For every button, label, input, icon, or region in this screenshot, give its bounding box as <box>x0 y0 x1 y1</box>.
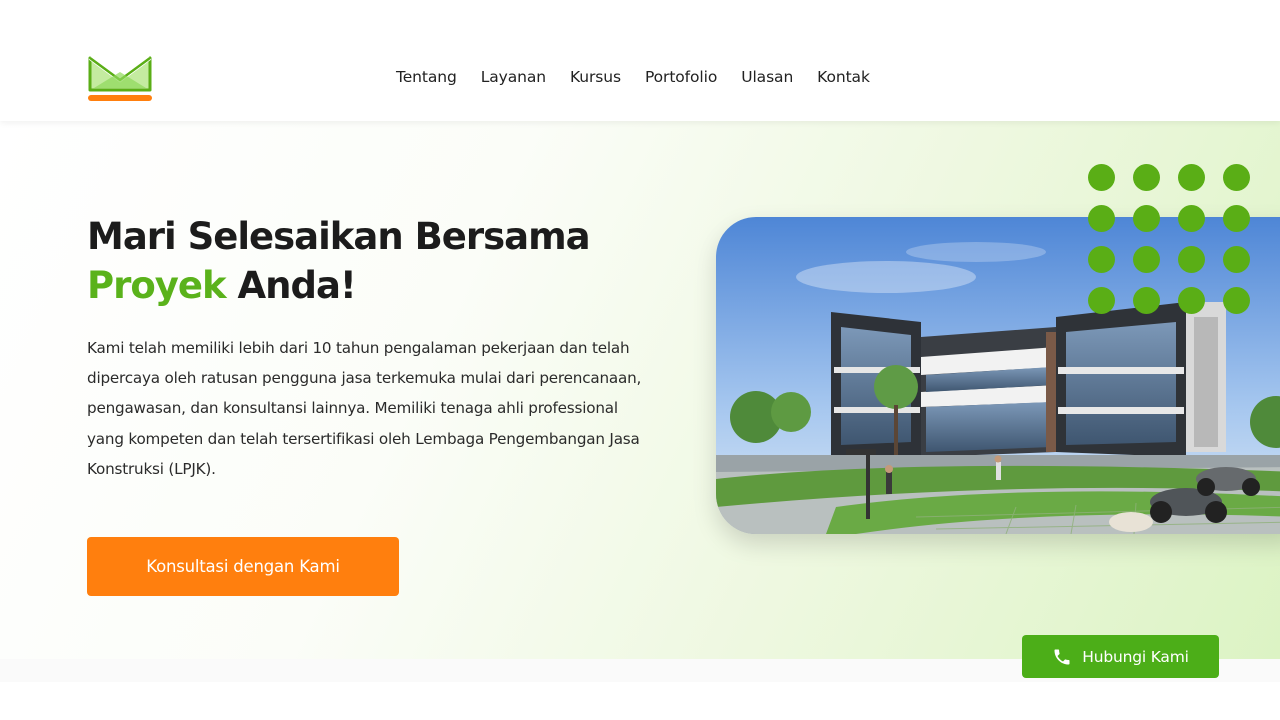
phone-icon <box>1052 647 1072 667</box>
nav-link-tentang[interactable]: Tentang <box>396 68 457 86</box>
main-nav: Tentang Layanan Kursus Portofolio Ulasan… <box>396 68 894 86</box>
decor-dot <box>1088 164 1115 191</box>
contact-us-button[interactable]: Hubungi Kami <box>1022 635 1219 678</box>
decor-dot <box>1178 205 1205 232</box>
headline-accent: Proyek <box>87 264 227 307</box>
decor-dot <box>1088 246 1115 273</box>
consult-button[interactable]: Konsultasi dengan Kami <box>87 537 399 596</box>
nav-link-kursus[interactable]: Kursus <box>570 68 621 86</box>
nav-link-ulasan[interactable]: Ulasan <box>741 68 793 86</box>
decor-dot <box>1178 287 1205 314</box>
contact-us-label: Hubungi Kami <box>1082 647 1189 666</box>
decor-dot <box>1088 287 1115 314</box>
decor-dot <box>1133 205 1160 232</box>
decor-dot <box>1133 164 1160 191</box>
decor-dot <box>1178 246 1205 273</box>
decor-dot <box>1133 287 1160 314</box>
navbar: Tentang Layanan Kursus Portofolio Ulasan… <box>0 0 1280 121</box>
decor-dot <box>1223 246 1250 273</box>
decor-dot <box>1088 205 1115 232</box>
m-chevron-logo-icon <box>88 56 152 101</box>
nav-link-portofolio[interactable]: Portofolio <box>645 68 717 86</box>
headline-line1: Mari Selesaikan Bersama <box>87 215 591 258</box>
decor-dot <box>1223 205 1250 232</box>
logo[interactable] <box>86 54 154 102</box>
headline-rest: Anda! <box>237 264 357 307</box>
decor-dot <box>1133 246 1160 273</box>
nav-link-kontak[interactable]: Kontak <box>817 68 870 86</box>
hero-description: Kami telah memiliki lebih dari 10 tahun … <box>87 339 642 478</box>
hero-headline: Mari Selesaikan Bersama Proyek Anda! <box>87 212 647 310</box>
decor-dot <box>1178 164 1205 191</box>
decor-dot <box>1223 164 1250 191</box>
decor-dot <box>1223 287 1250 314</box>
nav-link-layanan[interactable]: Layanan <box>481 68 546 86</box>
decorative-dots <box>1088 164 1252 314</box>
